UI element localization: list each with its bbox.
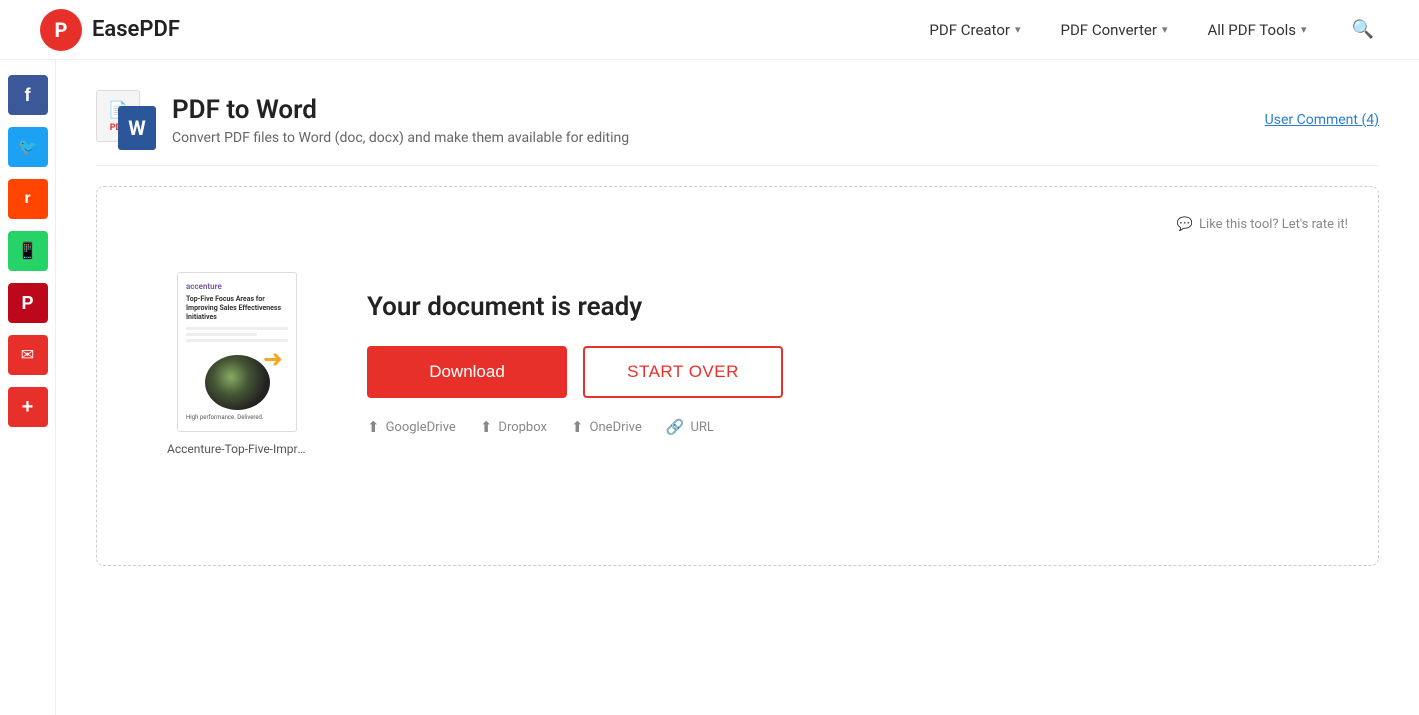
logo[interactable]: P EasePDF xyxy=(40,9,180,51)
feedback-label: Like this tool? Let's rate it! xyxy=(1199,217,1348,232)
nav-pdf-converter-label: PDF Converter xyxy=(1061,21,1157,39)
doc-thumb-caption: High performance. Delivered. xyxy=(186,414,288,422)
page-title-area: PDF to Word Convert PDF files to Word (d… xyxy=(172,95,629,146)
doc-thumb-line1 xyxy=(186,327,288,330)
nav-pdf-creator[interactable]: PDF Creator ▾ xyxy=(929,21,1020,39)
url-icon: 🔗 xyxy=(666,418,685,436)
sidebar-item-more[interactable]: + xyxy=(8,387,48,427)
googledrive-label: GoogleDrive xyxy=(386,420,456,435)
doc-thumbnail: accenture Top-Five Focus Areas for Impro… xyxy=(177,272,297,432)
result-area: accenture Top-Five Focus Areas for Impro… xyxy=(127,252,1348,476)
more-icon: + xyxy=(22,396,34,419)
logo-text: EasePDF xyxy=(92,17,180,42)
action-buttons: Download START OVER xyxy=(367,346,1308,398)
page-header-left: 📄 PDF W PDF to Word Convert PDF files to… xyxy=(96,90,629,150)
doc-thumb-line2 xyxy=(186,333,257,336)
onedrive-option[interactable]: ⬆ OneDrive xyxy=(571,418,642,436)
header: P EasePDF PDF Creator ▾ PDF Converter ▾ … xyxy=(0,0,1419,60)
search-button[interactable]: 🔍 xyxy=(1347,14,1379,45)
doc-thumb-arrow-icon: ➜ xyxy=(263,344,283,378)
chevron-down-icon: ▾ xyxy=(1015,23,1021,36)
dropbox-icon: ⬆ xyxy=(480,418,493,436)
url-option[interactable]: 🔗 URL xyxy=(666,418,714,436)
main-card: 💬 Like this tool? Let's rate it! accentu… xyxy=(96,186,1379,566)
sidebar-item-reddit[interactable]: r xyxy=(8,179,48,219)
main-content: 📄 PDF W PDF to Word Convert PDF files to… xyxy=(56,60,1419,596)
twitter-icon: 🐦 xyxy=(18,137,38,157)
chevron-down-icon: ▾ xyxy=(1162,23,1168,36)
pinterest-icon: P xyxy=(21,293,33,314)
comment-icon: 💬 xyxy=(1177,217,1193,232)
page-title: PDF to Word xyxy=(172,95,629,125)
page-header: 📄 PDF W PDF to Word Convert PDF files to… xyxy=(96,90,1379,166)
sidebar-item-twitter[interactable]: 🐦 xyxy=(8,127,48,167)
nav-all-pdf-tools-label: All PDF Tools xyxy=(1207,21,1296,39)
facebook-icon: f xyxy=(25,85,31,106)
dropbox-option[interactable]: ⬆ Dropbox xyxy=(480,418,547,436)
doc-thumb-line3 xyxy=(186,339,288,342)
feedback-row: 💬 Like this tool? Let's rate it! xyxy=(127,217,1348,232)
sidebar-item-facebook[interactable]: f xyxy=(8,75,48,115)
doc-thumb-brand: accenture xyxy=(186,281,288,292)
doc-thumbnail-inner: accenture Top-Five Focus Areas for Impro… xyxy=(178,273,296,431)
sidebar-item-whatsapp[interactable]: 📱 xyxy=(8,231,48,271)
file-icon-wrapper: 📄 PDF W xyxy=(96,90,156,150)
whatsapp-icon: 📱 xyxy=(18,241,38,261)
nav-pdf-converter[interactable]: PDF Converter ▾ xyxy=(1061,21,1168,39)
sidebar: f 🐦 r 📱 P ✉ + xyxy=(0,60,56,715)
onedrive-label: OneDrive xyxy=(590,420,642,435)
user-comment-link[interactable]: User Comment (4) xyxy=(1265,112,1379,128)
page-subtitle: Convert PDF files to Word (doc, docx) an… xyxy=(172,130,629,146)
result-right: Your document is ready Download START OV… xyxy=(367,292,1308,436)
chevron-down-icon: ▾ xyxy=(1301,23,1307,36)
nav-pdf-creator-label: PDF Creator xyxy=(929,21,1010,39)
reddit-icon: r xyxy=(24,190,30,208)
url-label: URL xyxy=(690,420,713,435)
nav-all-pdf-tools[interactable]: All PDF Tools ▾ xyxy=(1207,21,1306,39)
doc-thumb-title: Top-Five Focus Areas for Improving Sales… xyxy=(186,295,288,322)
onedrive-icon: ⬆ xyxy=(571,418,584,436)
googledrive-option[interactable]: ⬆ GoogleDrive xyxy=(367,418,456,436)
search-icon: 🔍 xyxy=(1352,19,1374,39)
logo-icon: P xyxy=(40,9,82,51)
doc-preview: accenture Top-Five Focus Areas for Impro… xyxy=(167,272,307,456)
feedback-link[interactable]: 💬 Like this tool? Let's rate it! xyxy=(1177,217,1348,232)
download-button[interactable]: Download xyxy=(367,346,567,398)
email-icon: ✉ xyxy=(21,345,34,365)
sidebar-item-pinterest[interactable]: P xyxy=(8,283,48,323)
sidebar-item-email[interactable]: ✉ xyxy=(8,335,48,375)
cloud-options: ⬆ GoogleDrive ⬆ Dropbox ⬆ OneDrive 🔗 URL xyxy=(367,418,1308,436)
ready-title: Your document is ready xyxy=(367,292,1308,322)
main-nav: PDF Creator ▾ PDF Converter ▾ All PDF To… xyxy=(929,14,1379,45)
dropbox-label: Dropbox xyxy=(498,420,547,435)
doc-filename: Accenture-Top-Five-Improvem... xyxy=(167,442,307,456)
doc-thumb-image xyxy=(205,355,270,410)
word-icon: W xyxy=(118,106,156,150)
start-over-button[interactable]: START OVER xyxy=(583,346,783,398)
word-letter: W xyxy=(128,116,146,140)
googledrive-icon: ⬆ xyxy=(367,418,380,436)
